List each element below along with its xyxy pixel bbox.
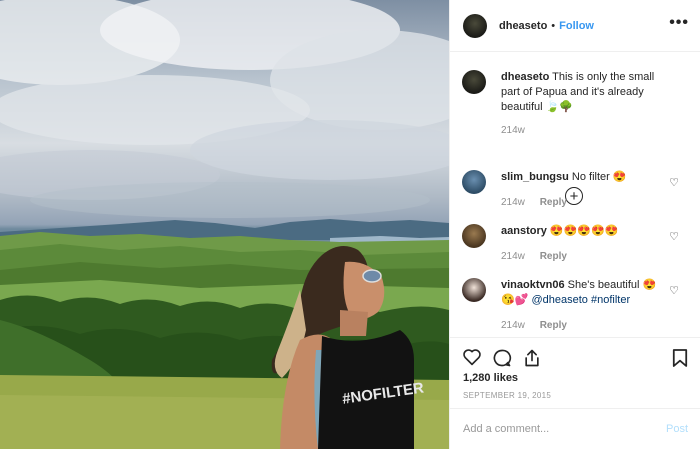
comment-text: No filter [571,171,610,183]
caption-item: dheaseto This is only the small part of … [450,60,700,136]
like-comment-heart-icon[interactable]: ♡ [669,176,679,189]
caption-meta: 214w [501,125,700,136]
comment-bubble-icon[interactable] [492,348,512,368]
landscape-photo: #NOFILTER [0,0,449,449]
comment-emoji: 😍😍😍😍😍 [549,225,619,237]
comment-item: ♡ slim_bungsu No filter 😍 214w Reply [450,164,700,224]
commenter-username[interactable]: vinaoktvn06 [501,279,565,291]
add-comment-bar: Post [450,408,700,449]
comment-timestamp[interactable]: 214w [501,320,525,331]
commenter-avatar[interactable] [462,224,486,248]
more-options-icon[interactable]: ••• [669,15,689,31]
like-comment-heart-icon[interactable]: ♡ [669,284,679,297]
action-bar [450,337,700,377]
comment-item: ♡ aanstory 😍😍😍😍😍 214w Reply [450,218,700,278]
comments-list: dheaseto This is only the small part of … [450,60,700,331]
post-date: SEPTEMBER 19, 2015 [463,391,552,400]
commenter-avatar[interactable] [462,170,486,194]
likes-count[interactable]: 1,280 likes [463,372,518,384]
post-view: #NOFILTER dheaseto • Follow ••• dheaseto… [0,0,700,449]
like-comment-heart-icon[interactable]: ♡ [669,230,679,243]
reply-button[interactable]: Reply [540,251,567,262]
comment-emoji: 😍 [612,171,627,183]
comment-meta: 214w Reply [501,197,700,208]
author-avatar[interactable] [462,70,486,94]
reply-button[interactable]: Reply [540,320,567,331]
save-bookmark-icon[interactable] [672,348,688,368]
comment-item: ♡ vinaoktvn06 She's beautiful 😍 😘💕 @dhea… [450,272,700,342]
caption-timestamp[interactable]: 214w [501,125,525,136]
add-comment-input[interactable] [463,423,666,435]
follow-button[interactable]: Follow [559,20,594,32]
comment-emoji-2: 😘💕 [501,294,529,306]
author-avatar[interactable] [463,13,487,38]
commenter-username[interactable]: aanstory [501,225,547,237]
hashtag-link[interactable]: #nofilter [591,294,630,306]
comment-emoji: 😍 [642,279,657,291]
comment-timestamp[interactable]: 214w [501,197,525,208]
post-comment-button[interactable]: Post [666,423,688,435]
separator-dot: • [551,19,556,32]
post-photo[interactable]: #NOFILTER [0,0,449,449]
comment-meta: 214w Reply [501,251,700,262]
caption-emoji: 🍃🌳 [545,101,574,113]
commenter-username[interactable]: slim_bungsu [501,171,569,183]
caption-username[interactable]: dheaseto [501,71,549,83]
post-side-panel: dheaseto • Follow ••• dheaseto This is o… [449,0,700,449]
like-heart-icon[interactable] [462,348,482,366]
comment-meta: 214w Reply [501,320,700,331]
share-icon[interactable] [522,348,542,368]
mention-link[interactable]: @dheaseto [531,294,587,306]
post-header: dheaseto • Follow ••• [450,0,700,52]
author-username[interactable]: dheaseto [499,20,547,32]
commenter-avatar[interactable] [462,278,486,302]
comment-timestamp[interactable]: 214w [501,251,525,262]
reply-button[interactable]: Reply [540,197,567,208]
comment-text: She's beautiful [567,279,640,291]
